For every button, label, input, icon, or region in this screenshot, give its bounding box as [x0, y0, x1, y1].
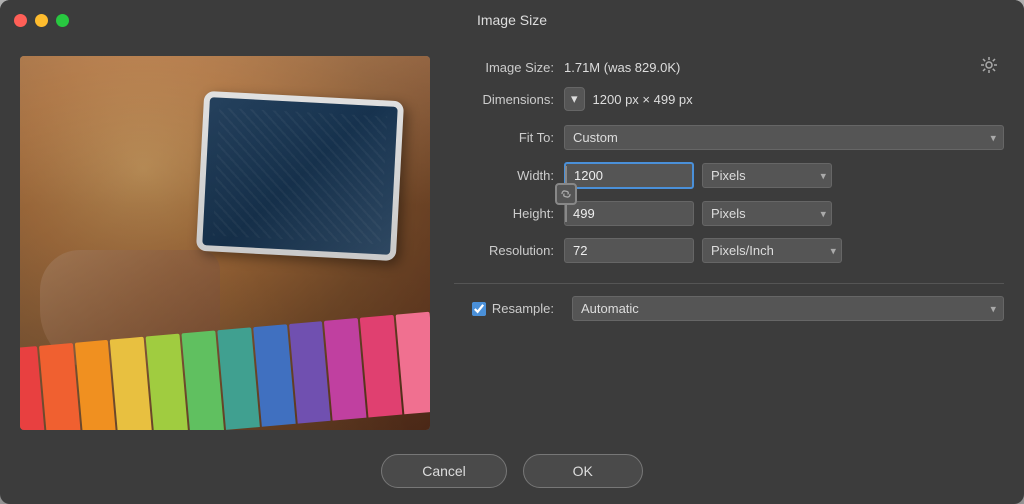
resample-method-select[interactable]: Automatic Preserve Details Bicubic Smoot…	[572, 296, 1004, 321]
resolution-input[interactable]	[564, 238, 694, 263]
pencil-11	[360, 315, 402, 418]
pencil-9	[289, 321, 331, 424]
width-label: Width:	[454, 168, 554, 183]
image-size-value: 1.71M (was 829.0K)	[564, 60, 680, 75]
fit-to-wrapper: Custom Original Size Screen Print	[564, 125, 1004, 150]
resolution-unit-wrapper: Pixels/Inch Pixels/Centimeter	[702, 238, 842, 263]
width-unit-select[interactable]: Pixels Inches Centimeters Millimeters Pe…	[702, 163, 832, 188]
pencil-10	[324, 318, 366, 421]
height-unit-wrapper: Pixels Inches Centimeters Millimeters Pe…	[702, 201, 832, 226]
title-bar: Image Size	[0, 0, 1024, 40]
resample-method-wrapper: Automatic Preserve Details Bicubic Smoot…	[572, 296, 1004, 321]
resolution-unit-select[interactable]: Pixels/Inch Pixels/Centimeter	[702, 238, 842, 263]
minimize-button[interactable]	[35, 14, 48, 27]
fit-to-select[interactable]: Custom Original Size Screen Print	[564, 125, 1004, 150]
pencil-8	[253, 324, 295, 427]
height-unit-select[interactable]: Pixels Inches Centimeters Millimeters Pe…	[702, 201, 832, 226]
width-unit-wrapper: Pixels Inches Centimeters Millimeters Pe…	[702, 163, 832, 188]
gear-button[interactable]	[974, 54, 1004, 81]
width-input[interactable]	[564, 162, 694, 189]
pencil-2	[39, 343, 81, 430]
dimensions-value: 1200 px × 499 px	[593, 92, 693, 107]
resolution-row: Resolution: Pixels/Inch Pixels/Centimete…	[454, 238, 1004, 263]
ok-button[interactable]: OK	[523, 454, 643, 488]
resample-checkbox[interactable]	[472, 302, 486, 316]
image-size-dialog: Image Size	[0, 0, 1024, 504]
dimensions-dropdown[interactable]: ▾	[564, 87, 585, 111]
image-simulation	[20, 56, 430, 430]
pencil-7	[217, 327, 259, 430]
link-icon	[559, 187, 573, 201]
fit-to-row: Fit To: Custom Original Size Screen Prin…	[454, 125, 1004, 150]
gear-icon	[980, 56, 998, 74]
height-label: Height:	[454, 206, 554, 221]
controls-panel: Image Size: 1.71M (was 829.0K)	[454, 56, 1004, 430]
height-row: Height: Pixels Inches Centimeters Millim…	[454, 201, 1004, 226]
maximize-button[interactable]	[56, 14, 69, 27]
window-controls	[14, 14, 69, 27]
image-size-row: Image Size: 1.71M (was 829.0K)	[454, 60, 1004, 75]
footer-buttons: Cancel OK	[0, 446, 1024, 504]
resample-row: Resample: Automatic Preserve Details Bic…	[454, 296, 1004, 321]
dimensions-label: Dimensions:	[454, 92, 554, 107]
dialog-body: Image Size: 1.71M (was 829.0K)	[0, 40, 1024, 446]
resolution-label: Resolution:	[454, 243, 554, 258]
image-size-label: Image Size:	[454, 60, 554, 75]
image-preview	[20, 56, 430, 430]
close-button[interactable]	[14, 14, 27, 27]
dialog-title: Image Size	[477, 12, 547, 28]
resample-checkbox-area: Resample:	[454, 301, 554, 316]
width-row: Width: Pixels Inches Centimeters Millime…	[454, 162, 1004, 189]
cancel-button[interactable]: Cancel	[381, 454, 507, 488]
height-input[interactable]	[564, 201, 694, 226]
divider	[454, 283, 1004, 284]
width-height-section: Width: Pixels Inches Centimeters Millime…	[454, 162, 1004, 226]
fit-to-label: Fit To:	[454, 130, 554, 145]
resample-label: Resample:	[492, 301, 554, 316]
dimensions-row: Dimensions: ▾ 1200 px × 499 px	[454, 87, 1004, 111]
